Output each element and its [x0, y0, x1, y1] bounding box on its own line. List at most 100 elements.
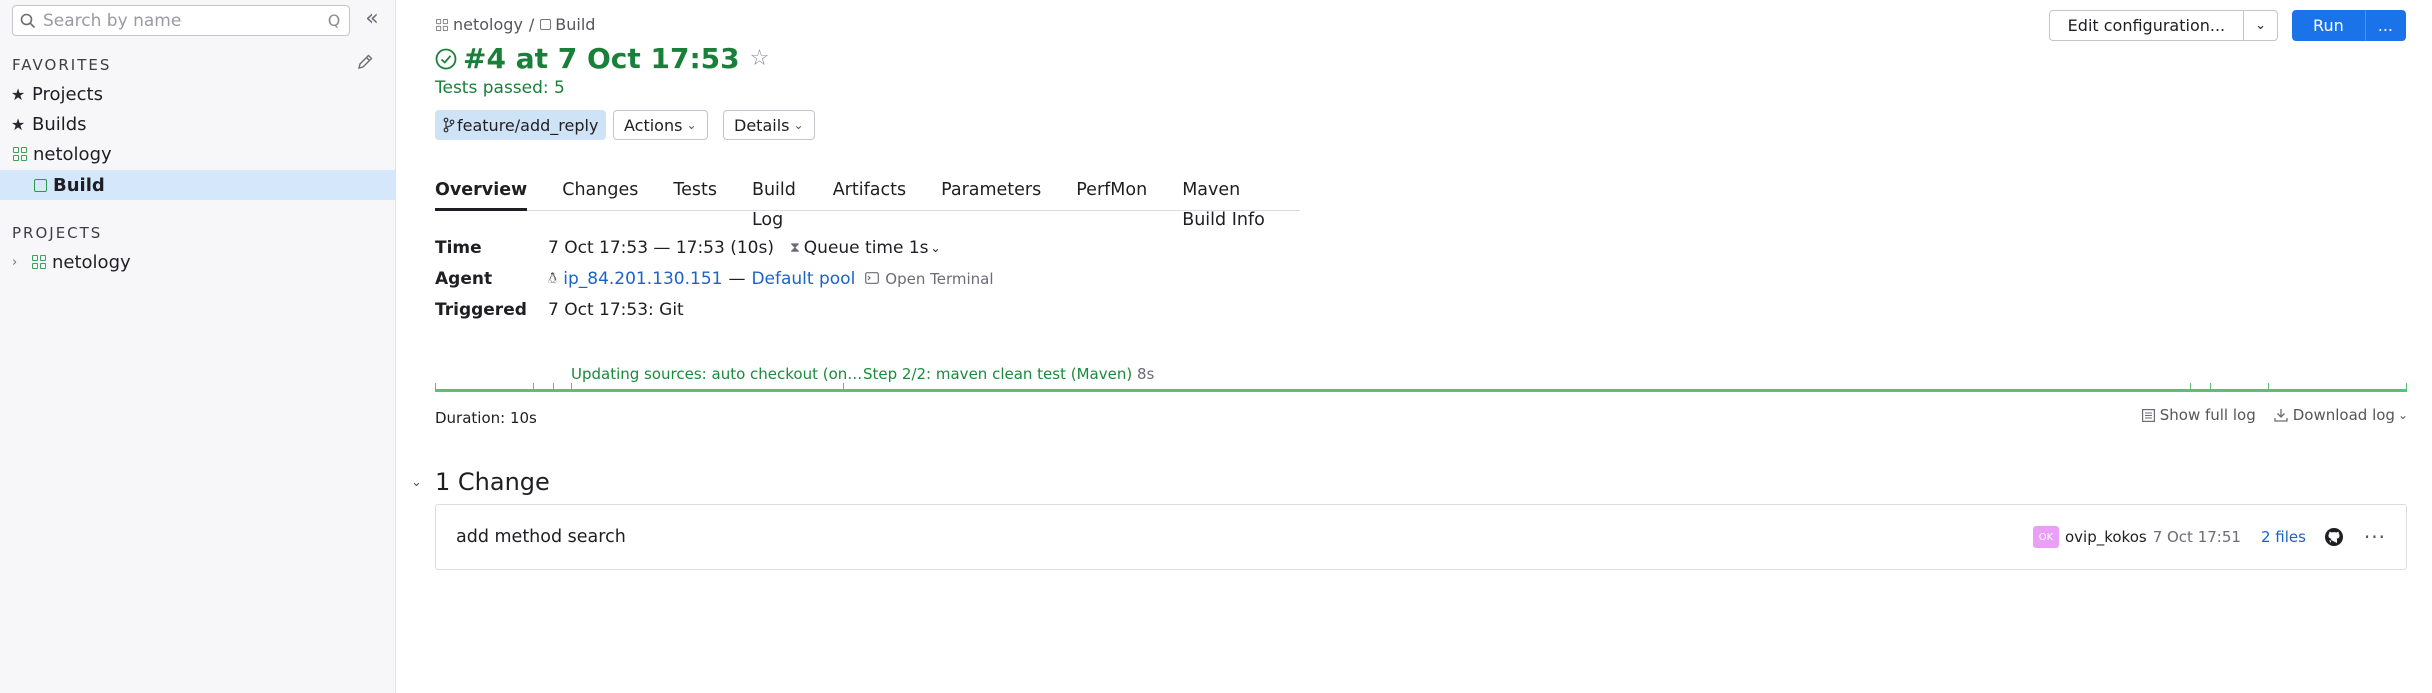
chevron-down-icon[interactable]: ⌄ [411, 475, 435, 490]
breadcrumb: netology / Build [435, 15, 595, 34]
tab-bar: Overview Changes Tests Build Log Artifac… [435, 175, 1300, 230]
open-terminal-link[interactable]: Open Terminal [885, 270, 993, 288]
log-icon [2141, 408, 2155, 422]
collapse-sidebar-icon[interactable]: « [360, 8, 384, 32]
sidebar-item-projects[interactable]: ★ Projects [0, 79, 395, 109]
log-controls: Show full log Download log ⌄ [2141, 406, 2408, 424]
details-label: Details [734, 115, 790, 135]
edit-configuration-dropdown[interactable]: ⌄ [2243, 10, 2279, 41]
build-properties: Time 7 Oct 17:53 — 17:53 (10s) ⧗ Queue t… [435, 232, 994, 325]
hourglass-icon: ⧗ [789, 239, 800, 256]
queue-time-toggle[interactable]: Queue time 1s [804, 238, 929, 258]
sidebar-item-label: netology [33, 143, 112, 165]
terminal-icon [865, 269, 880, 289]
sidebar-item-builds[interactable]: ★ Builds [0, 109, 395, 139]
timeline-tick [533, 383, 534, 391]
timeline-step-2[interactable]: Step 2/2: maven clean test (Maven) 8s [863, 365, 1154, 383]
timeline-tick [2268, 383, 2269, 391]
timeline-tick [553, 383, 554, 391]
breadcrumb-config-link[interactable]: Build [555, 15, 595, 34]
download-icon [2274, 409, 2288, 422]
star-outline-icon[interactable]: ☆ [750, 46, 770, 71]
changes-heading: 1 Change [435, 468, 550, 496]
timeline-tick [571, 383, 572, 391]
favorites-title: FAVORITES [12, 56, 112, 74]
run-button[interactable]: Run [2292, 10, 2365, 41]
search-input[interactable]: Search by name [43, 11, 319, 31]
search-box[interactable]: Search by name Q [12, 5, 350, 36]
tab-changes[interactable]: Changes [562, 175, 638, 211]
timeline-step-2-label: Step 2/2: maven clean test (Maven) [863, 365, 1133, 383]
agent-separator: — [728, 268, 746, 289]
chevron-down-icon: ⌄ [686, 118, 697, 132]
success-check-icon [435, 48, 457, 69]
download-log-label: Download log [2292, 406, 2395, 424]
agent-pool-link[interactable]: Default pool [751, 269, 855, 289]
run-options-button[interactable]: ... [2364, 10, 2406, 41]
agent-link[interactable]: ip_84.201.130.151 [563, 269, 722, 289]
sidebar: Search by name Q « FAVORITES ★ Projects … [0, 0, 396, 693]
build-title: #4 at 7 Oct 17:53 [463, 42, 740, 75]
github-icon[interactable] [2324, 527, 2344, 547]
tests-status[interactable]: Tests passed: 5 [435, 78, 565, 98]
time-value: 7 Oct 17:53 — 17:53 (10s) [548, 237, 774, 258]
project-icon [13, 147, 27, 161]
timeline-bar [435, 389, 2407, 392]
show-full-log-button[interactable]: Show full log [2141, 406, 2256, 424]
build-timeline[interactable]: Updating sources: auto checkout (on… Ste… [435, 362, 2407, 392]
chevron-right-icon[interactable]: › [12, 255, 32, 270]
edit-favorites-icon[interactable] [356, 53, 378, 75]
tab-artifacts[interactable]: Artifacts [833, 175, 906, 211]
tab-maven-build-info[interactable]: Maven Build Info [1182, 175, 1265, 230]
projects-title: PROJECTS [12, 224, 103, 242]
project-icon [436, 18, 448, 31]
actions-button[interactable]: Actions ⌄ [613, 110, 708, 140]
change-more-options-icon[interactable]: ··· [2364, 525, 2386, 549]
build-config-icon [540, 19, 552, 30]
breadcrumb-project-link[interactable]: netology [453, 15, 523, 34]
star-icon: ★ [10, 84, 26, 104]
branch-chip[interactable]: feature/add_reply [435, 110, 607, 140]
sidebar-item-netology-project[interactable]: › netology [0, 247, 395, 277]
tab-build-log[interactable]: Build Log [752, 175, 798, 230]
edit-configuration-button[interactable]: Edit configuration... [2048, 10, 2245, 41]
main-content: netology / Build #4 at 7 Oct 17:53 ☆ Tes… [397, 0, 2432, 693]
breadcrumb-separator: / [528, 15, 535, 34]
avatar: OK [2032, 526, 2059, 548]
tab-overview[interactable]: Overview [435, 175, 528, 211]
actions-label: Actions [624, 115, 683, 135]
page-title: #4 at 7 Oct 17:53 ☆ [435, 42, 769, 75]
time-label: Time [435, 237, 482, 258]
sidebar-item-netology[interactable]: netology [0, 139, 395, 169]
tab-parameters[interactable]: Parameters [941, 175, 1041, 211]
agent-row: Agent 🐧︎ ip_84.201.130.151 — Default poo… [435, 263, 994, 294]
change-time: 7 Oct 17:51 [2152, 528, 2241, 546]
search-icon [13, 13, 43, 29]
search-shortcut-hint: Q [327, 11, 341, 30]
sidebar-item-label: Projects [32, 83, 103, 105]
timeline-step-1[interactable]: Updating sources: auto checkout (on… [571, 365, 862, 383]
sidebar-item-label: Build [53, 174, 105, 196]
chevron-down-icon[interactable]: ⌄ [931, 241, 941, 255]
change-message[interactable]: add method search [456, 527, 2033, 547]
timeline-tick [2210, 383, 2211, 391]
chevron-down-icon: ⌄ [793, 118, 804, 132]
linux-icon: 🐧︎ [548, 268, 558, 287]
change-item[interactable]: add method search OK ovip_kokos 7 Oct 17… [435, 504, 2407, 570]
timeline-tick [2406, 383, 2407, 391]
header-actions: Edit configuration... ⌄ Run ... [2048, 10, 2406, 41]
tab-perfmon[interactable]: PerfMon [1076, 175, 1147, 211]
star-icon: ★ [10, 114, 26, 134]
sidebar-item-label: netology [52, 251, 131, 273]
build-duration: Duration: 10s [435, 409, 537, 427]
sidebar-item-build[interactable]: Build [0, 170, 395, 200]
tab-tests[interactable]: Tests [673, 175, 717, 211]
chevron-down-icon: ⌄ [2397, 408, 2408, 422]
changed-files-link[interactable]: 2 files [2261, 528, 2306, 546]
details-button[interactable]: Details ⌄ [723, 110, 815, 140]
agent-label: Agent [435, 268, 493, 289]
time-row: Time 7 Oct 17:53 — 17:53 (10s) ⧗ Queue t… [435, 232, 994, 263]
changes-section-header[interactable]: ⌄ 1 Change [411, 468, 550, 496]
branch-icon [443, 117, 455, 133]
download-log-button[interactable]: Download log ⌄ [2274, 406, 2408, 424]
